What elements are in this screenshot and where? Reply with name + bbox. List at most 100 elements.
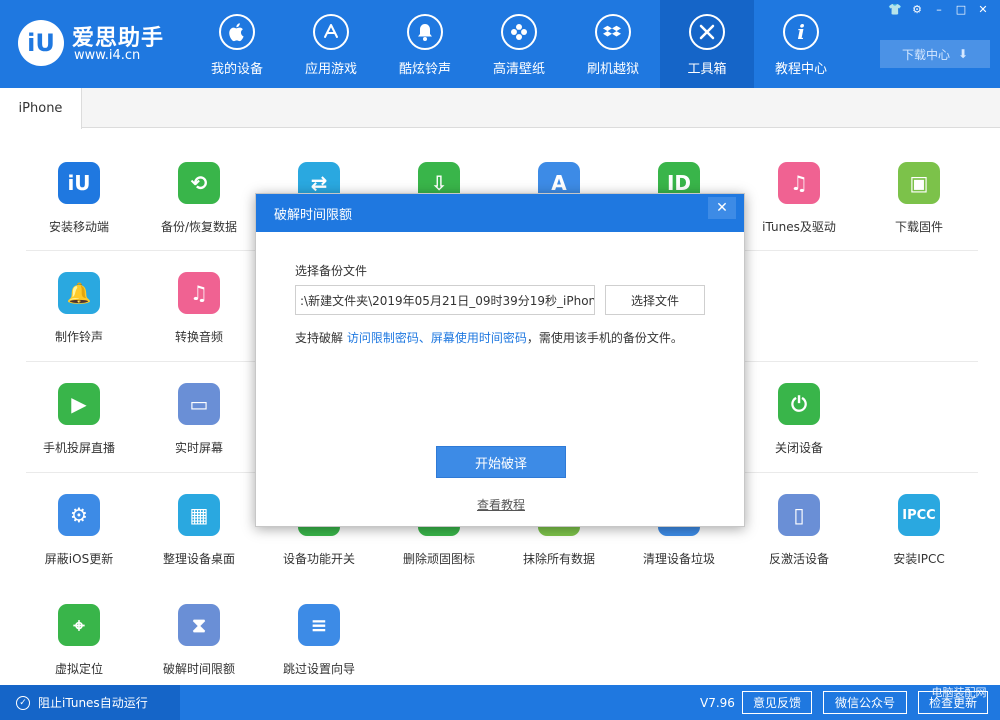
tool-label: 抹除所有数据: [522, 552, 595, 566]
tool-label: 安装IPCC: [893, 552, 945, 566]
location-icon: ⌖: [58, 604, 100, 646]
hint-prefix: 支持破解: [295, 331, 347, 345]
close-icon: ✕: [716, 200, 728, 216]
flower-icon: [501, 14, 537, 50]
power-icon: ⏻: [778, 383, 820, 425]
nav-apps-games[interactable]: 应用游戏: [284, 0, 378, 88]
tool-block-update[interactable]: ⚙ 屏蔽iOS更新: [18, 472, 138, 572]
nav-label: 我的设备: [210, 62, 263, 77]
dialog-title: 破解时间限额: [274, 207, 353, 223]
watermark: 电脑装配网: [920, 686, 998, 699]
nav-label: 刷机越狱: [586, 62, 639, 77]
hint-suffix: ，需使用该手机的备份文件。: [526, 331, 683, 345]
tool-label: 屏蔽iOS更新: [44, 552, 114, 566]
feedback-button[interactable]: 意见反馈: [742, 691, 812, 714]
tool-label: 设备功能开关: [282, 552, 355, 566]
nav-label: 应用游戏: [304, 62, 357, 77]
tool-label: 删除顽固图标: [402, 552, 475, 566]
tool-i4[interactable]: iU 安装移动端: [18, 140, 138, 240]
nav-ringtones[interactable]: 酷炫铃声: [378, 0, 472, 88]
backup-file-label: 选择备份文件: [295, 264, 368, 278]
version-label: V7.96: [700, 695, 735, 710]
firmware-icon: ▣: [898, 162, 940, 204]
app-logo: iU 爱思助手 www.i4.cn: [18, 18, 178, 68]
logo-url: www.i4.cn: [74, 48, 141, 63]
tool-desktop[interactable]: ▦ 整理设备桌面: [138, 472, 258, 572]
hourglass-icon: ⧗: [178, 604, 220, 646]
nav-tutorial-center[interactable]: i 教程中心: [754, 0, 848, 88]
tool-label: 下载固件: [894, 220, 943, 234]
tool-label: 手机投屏直播: [42, 441, 115, 455]
skip-icon: ≡: [298, 604, 340, 646]
tool-label: 跳过设置向导: [282, 662, 355, 676]
nav-label: 高清壁纸: [492, 62, 545, 77]
tool-hourglass[interactable]: ⧗ 破解时间限额: [138, 582, 258, 682]
block-itunes-label: 阻止iTunes自动运行: [38, 696, 148, 710]
tool-label: 虚拟定位: [54, 662, 103, 676]
logo-badge-icon: iU: [18, 20, 64, 66]
minimize-icon[interactable]: –: [930, 2, 948, 18]
tool-label: 关闭设备: [774, 441, 823, 455]
nav-my-device[interactable]: 我的设备: [190, 0, 284, 88]
tool-label: iTunes及驱动: [762, 220, 836, 234]
settings-icon[interactable]: ⚙: [908, 2, 926, 18]
tool-audio[interactable]: ♫ 转换音频: [138, 250, 258, 350]
maximize-icon[interactable]: □: [952, 2, 970, 18]
download-center-button[interactable]: 下载中心 ⬇: [880, 40, 990, 68]
dialog-header: 破解时间限额 ✕: [256, 194, 744, 232]
mirror-icon: ▶: [58, 383, 100, 425]
backup-icon: ⟲: [178, 162, 220, 204]
wechat-button[interactable]: 微信公众号: [823, 691, 907, 714]
backup-path-input[interactable]: :\新建文件夹\2019年05月21日_09时39分19秒_iPhone: [295, 285, 595, 315]
tool-label: 转换音频: [174, 330, 223, 344]
bell-icon: [407, 14, 443, 50]
main-nav: 我的设备 应用游戏 酷炫铃声 高清壁纸 刷机越狱 工具箱 i 教程中心: [190, 0, 848, 88]
choose-file-button[interactable]: 选择文件: [605, 285, 705, 315]
audio-icon: ♫: [178, 272, 220, 314]
tool-skip[interactable]: ≡ 跳过设置向导: [258, 582, 378, 682]
info-glyph: i: [797, 20, 805, 44]
app-header: iU 爱思助手 www.i4.cn 我的设备 应用游戏 酷炫铃声 高清壁纸 刷机…: [0, 0, 1000, 88]
skin-icon[interactable]: 👕: [886, 2, 904, 18]
status-bar: ✓ 阻止iTunes自动运行 V7.96 意见反馈 微信公众号 检查更新: [0, 685, 1000, 720]
tool-label: 反激活设备: [768, 552, 829, 566]
tool-deactivate[interactable]: ▯ 反激活设备: [738, 472, 858, 572]
nav-flash-jailbreak[interactable]: 刷机越狱: [566, 0, 660, 88]
hint-link[interactable]: 访问限制密码、屏幕使用时间密码: [347, 331, 527, 345]
tool-ringtone[interactable]: 🔔 制作铃声: [18, 250, 138, 350]
deactivate-icon: ▯: [778, 494, 820, 536]
tool-screen[interactable]: ▭ 实时屏幕: [138, 361, 258, 461]
nav-label: 教程中心: [774, 62, 827, 77]
view-tutorial-link[interactable]: 查看教程: [256, 496, 746, 513]
tool-label: 安装移动端: [48, 220, 109, 234]
device-tabbar: iPhone: [0, 88, 1000, 129]
i4-icon: iU: [58, 162, 100, 204]
tool-backup[interactable]: ⟲ 备份/恢复数据: [138, 140, 258, 240]
ringtone-icon: 🔔: [58, 272, 100, 314]
itunes-icon: ♫: [778, 162, 820, 204]
tool-label: 整理设备桌面: [162, 552, 235, 566]
nav-wallpapers[interactable]: 高清壁纸: [472, 0, 566, 88]
watermark-line1: 电脑装配网: [931, 686, 987, 699]
nav-toolbox[interactable]: 工具箱: [660, 0, 754, 88]
tab-iphone[interactable]: iPhone: [0, 88, 82, 129]
tool-ipcc[interactable]: IPCC 安装IPCC: [858, 472, 978, 572]
backup-path-value: :\新建文件夹\2019年05月21日_09时39分19秒_iPhone: [300, 293, 595, 308]
block-itunes-toggle[interactable]: ✓ 阻止iTunes自动运行: [0, 685, 180, 720]
download-center-label: 下载中心: [901, 47, 950, 62]
tool-location[interactable]: ⌖ 虚拟定位: [18, 582, 138, 682]
nav-label: 酷炫铃声: [398, 62, 451, 77]
tools-icon: [689, 14, 725, 50]
block-update-icon: ⚙: [58, 494, 100, 536]
start-crack-button[interactable]: 开始破译: [436, 446, 566, 478]
tool-power[interactable]: ⏻ 关闭设备: [738, 361, 858, 461]
tool-mirror[interactable]: ▶ 手机投屏直播: [18, 361, 138, 461]
tool-firmware[interactable]: ▣ 下载固件: [858, 140, 978, 240]
crack-time-limit-dialog: 破解时间限额 ✕ 选择备份文件 :\新建文件夹\2019年05月21日_09时3…: [255, 193, 745, 527]
tool-label: 备份/恢复数据: [160, 220, 238, 234]
close-window-icon[interactable]: ✕: [974, 2, 992, 18]
dialog-close-button[interactable]: ✕: [708, 197, 736, 219]
tool-itunes[interactable]: ♫ iTunes及驱动: [738, 140, 858, 240]
nav-label: 工具箱: [687, 62, 727, 77]
download-icon: ⬇: [957, 47, 969, 61]
